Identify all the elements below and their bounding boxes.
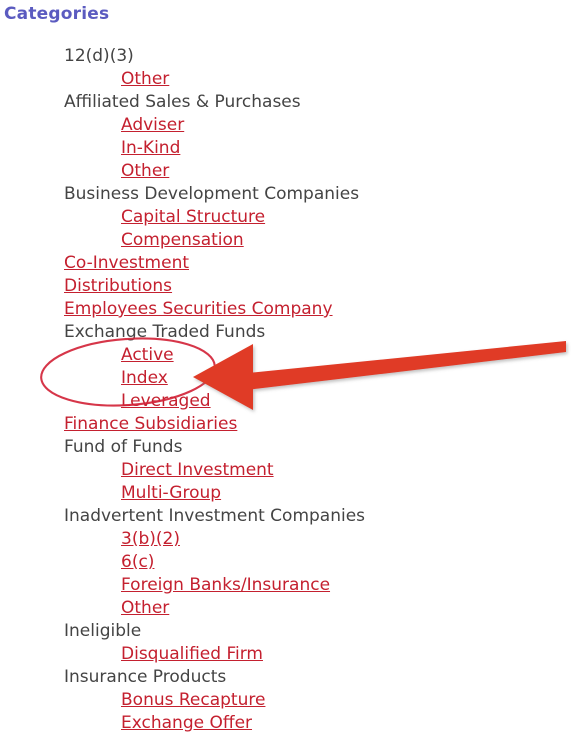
category-link[interactable]: Employees Securities Company — [64, 298, 333, 321]
category-link[interactable]: Other — [121, 597, 169, 620]
category-label: Fund of Funds — [64, 437, 183, 457]
category-label: Business Development Companies — [64, 184, 360, 204]
categories-tree: 12(d)(3) Other Affiliated Sales & Purchase… — [0, 45, 578, 735]
category-label: Insurance Products — [64, 667, 227, 687]
tree-row[interactable]: Other — [0, 160, 578, 183]
tree-row: Ineligible — [0, 620, 578, 643]
tree-row[interactable]: Finance Subsidiaries — [0, 413, 578, 436]
tree-row[interactable]: Index — [0, 367, 578, 390]
category-label: Exchange Traded Funds — [64, 322, 266, 342]
category-link[interactable]: Disqualified Firm — [121, 643, 263, 666]
tree-row[interactable]: Bonus Recapture — [0, 689, 578, 712]
tree-row[interactable]: Multi-Group — [0, 482, 578, 505]
category-label: 12(d)(3) — [64, 46, 134, 66]
tree-row[interactable]: 6(c) — [0, 551, 578, 574]
category-link[interactable]: Other — [121, 160, 169, 183]
tree-row: Affiliated Sales & Purchases — [0, 91, 578, 114]
category-link[interactable]: Capital Structure — [121, 206, 265, 229]
tree-row[interactable]: 3(b)(2) — [0, 528, 578, 551]
category-label: Ineligible — [64, 621, 142, 641]
category-link[interactable]: Multi-Group — [121, 482, 221, 505]
category-link[interactable]: Foreign Banks/Insurance — [121, 574, 330, 597]
category-link[interactable]: Adviser — [121, 114, 184, 137]
tree-row[interactable]: Capital Structure — [0, 206, 578, 229]
tree-row[interactable]: Other — [0, 68, 578, 91]
category-label: Affiliated Sales & Purchases — [64, 92, 301, 112]
tree-row[interactable]: Foreign Banks/Insurance — [0, 574, 578, 597]
category-link[interactable]: Exchange Offer — [121, 712, 252, 735]
category-link[interactable]: Finance Subsidiaries — [64, 413, 237, 436]
tree-row[interactable]: Direct Investment — [0, 459, 578, 482]
tree-row[interactable]: Active — [0, 344, 578, 367]
category-link[interactable]: Other — [121, 68, 169, 91]
tree-row[interactable]: Co-Investment — [0, 252, 578, 275]
tree-row[interactable]: Adviser — [0, 114, 578, 137]
category-link[interactable]: Bonus Recapture — [121, 689, 265, 712]
tree-row: Insurance Products — [0, 666, 578, 689]
category-label: Inadvertent Investment Companies — [64, 506, 366, 526]
tree-row[interactable]: Distributions — [0, 275, 578, 298]
tree-row[interactable]: In-Kind — [0, 137, 578, 160]
tree-row[interactable]: Leveraged — [0, 390, 578, 413]
tree-row: Business Development Companies — [0, 183, 578, 206]
category-link[interactable]: Compensation — [121, 229, 244, 252]
category-link[interactable]: 3(b)(2) — [121, 528, 180, 551]
tree-row: Fund of Funds — [0, 436, 578, 459]
tree-row[interactable]: Disqualified Firm — [0, 643, 578, 666]
page-title: Categories — [4, 4, 110, 24]
tree-row: 12(d)(3) — [0, 45, 578, 68]
category-link[interactable]: Leveraged — [121, 390, 211, 413]
category-link[interactable]: In-Kind — [121, 137, 180, 160]
tree-row[interactable]: Exchange Offer — [0, 712, 578, 735]
tree-row[interactable]: Compensation — [0, 229, 578, 252]
category-link[interactable]: Direct Investment — [121, 459, 274, 482]
category-link[interactable]: Co-Investment — [64, 252, 189, 275]
tree-row: Inadvertent Investment Companies — [0, 505, 578, 528]
tree-row: Exchange Traded Funds — [0, 321, 578, 344]
category-link[interactable]: 6(c) — [121, 551, 154, 574]
page-root: Categories 12(d)(3) Other Affiliated Sales… — [0, 0, 578, 754]
tree-row[interactable]: Other — [0, 597, 578, 620]
category-link[interactable]: Active — [121, 344, 174, 367]
category-link[interactable]: Index — [121, 367, 168, 390]
tree-row[interactable]: Employees Securities Company — [0, 298, 578, 321]
category-link[interactable]: Distributions — [64, 275, 172, 298]
